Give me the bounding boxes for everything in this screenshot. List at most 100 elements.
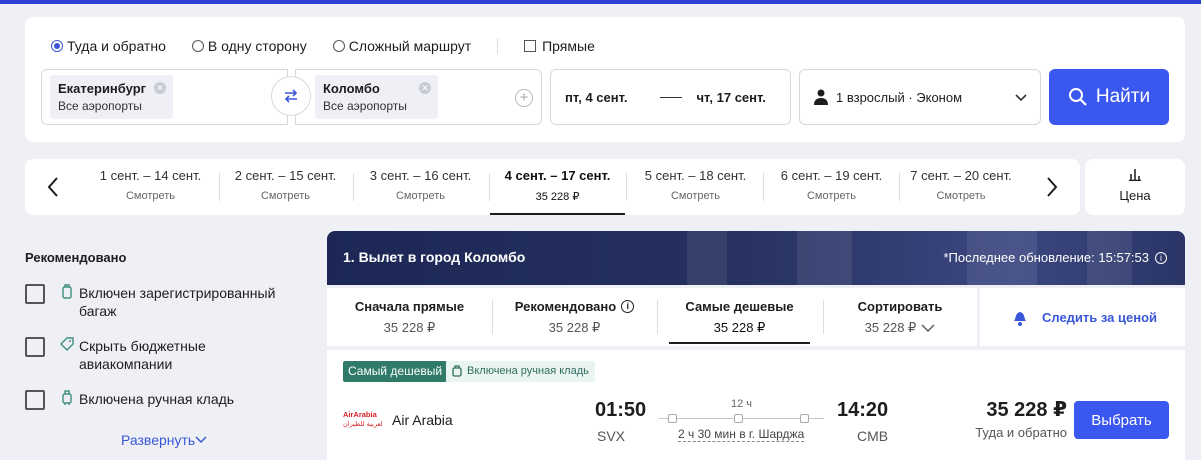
choose-flight-button[interactable]: Выбрать [1074,401,1169,439]
chevron-down-icon [921,324,935,332]
suitcase-icon [62,284,72,299]
search-panel: Туда и обратно В одну сторону Сложный ма… [25,17,1185,142]
tab-title-row: Рекомендовано i [492,299,657,314]
header-background-decoration [687,231,727,285]
next-dates-button[interactable] [1027,159,1077,215]
filter-label: Включен зарегистрированный багаж [79,285,276,319]
bell-icon [1013,312,1026,326]
date-sub: Смотреть [125,190,176,202]
return-date: чт, 17 сент. [696,89,766,105]
date-option[interactable]: 2 сент. – 15 сент. Смотреть [218,159,353,215]
destination-city: Коломбо [323,81,380,96]
price-note: Туда и обратно [975,425,1067,440]
date-option-selected[interactable]: 4 сент. – 17 сент. 35 228 ₽ [490,159,625,215]
last-update: *Последнее обновление: 15:57:53 i [943,250,1167,265]
find-button-label: Найти [1095,86,1151,107]
date-option[interactable]: 5 сент. – 18 сент. Смотреть [628,159,763,215]
results-title: 1. Вылет в город Коломбо [343,249,526,265]
tab-direct-first[interactable]: Сначала прямые 35 228 ₽ [327,288,492,346]
clear-origin-icon[interactable]: ✕ [154,82,166,94]
date-sub: Смотреть [260,190,311,202]
person-icon [814,89,828,105]
expand-label: Развернуть [121,432,196,448]
layover-info[interactable]: 2 ч 30 мин в г. Шарджа [678,427,805,442]
carry-on-badge: Включена ручная кладь [446,361,595,382]
date-sub: Смотреть [936,190,986,202]
date-range: 7 сент. – 20 сент. [910,168,1012,183]
tab-title: Сначала прямые [354,299,465,314]
tab-price-row: 35 228 ₽ [823,320,977,336]
find-button[interactable]: Найти [1049,69,1169,125]
date-range: 4 сент. – 17 сент. [504,168,611,183]
trip-type-oneway[interactable]: В одну сторону [191,38,307,54]
header-background-decoration [797,231,852,285]
filter-hide-lowcost[interactable]: Скрыть бюджетные авиакомпании [25,337,289,373]
destination-airports: Все аэропорты [323,99,407,113]
info-icon[interactable]: i [621,300,635,313]
add-destination-icon[interactable]: + [515,89,533,107]
tab-recommended[interactable]: Рекомендовано i 35 228 ₽ [492,288,657,346]
chevron-down-icon [1015,94,1027,102]
trip-type-label: Туда и обратно [67,38,166,54]
flight-duration: 12 ч [731,398,753,410]
date-option[interactable]: 1 сент. – 14 сент. Смотреть [83,159,218,215]
divider [657,300,658,334]
air-arabia-logo: AirArabia العربية للطيران [343,410,383,428]
direct-flights-checkbox[interactable]: Прямые [524,38,595,54]
tab-sort-dropdown[interactable]: Сортировать 35 228 ₽ [823,288,977,346]
date-sub: Смотреть [806,190,857,202]
results-header: 1. Вылет в город Коломбо *Последнее обно… [327,231,1185,285]
radio-icon [332,40,345,52]
tab-title: Самые дешевые [685,299,794,314]
checkbox-icon [524,40,537,52]
svg-text:AirArabia: AirArabia [343,410,378,419]
choose-button-label: Выбрать [1091,411,1152,429]
info-icon[interactable]: i [1155,251,1167,264]
tab-price: 35 228 ₽ [864,320,917,335]
swap-cities-button[interactable] [271,76,311,116]
origin-city: Екатеринбург [58,81,147,96]
clear-destination-icon[interactable]: ✕ [419,82,431,94]
last-update-text: *Последнее обновление: 15:57:53 [943,250,1149,265]
trip-type-multicity[interactable]: Сложный маршрут [332,38,471,54]
date-option[interactable]: 3 сент. – 16 сент. Смотреть [353,159,488,215]
dates-field[interactable]: пт, 4 сент. чт, 17 сент. [550,69,791,125]
prev-dates-button[interactable] [28,159,78,215]
track-price-label: Следить за ценой [1041,309,1158,325]
date-strip: 1 сент. – 14 сент. Смотреть 2 сент. – 15… [25,159,1080,215]
filter-checked-baggage[interactable]: Включен зарегистрированный багаж [25,284,289,320]
divider [497,38,499,54]
date-option[interactable]: 6 сент. – 19 сент. Смотреть [764,159,899,215]
date-sub: Смотреть [670,190,721,202]
divider [626,173,627,201]
tag-icon [60,337,74,351]
carry-on-badge-label: Включена ручная кладь [467,365,589,377]
carry-on-icon [452,365,462,377]
destination-field[interactable]: Коломбо Все аэропорты ✕ + [295,69,542,125]
destination-city-chip: Коломбо Все аэропорты ✕ [315,75,438,119]
trip-type-label: В одну сторону [207,38,307,54]
expand-filters-link[interactable]: Развернуть [121,432,207,448]
route-stop-marker [668,414,677,423]
date-range: 5 сент. – 18 сент. [644,168,747,183]
date-range: 6 сент. – 19 сент. [780,168,883,183]
tab-title: Сортировать [857,299,943,314]
trip-type-roundtrip[interactable]: Туда и обратно [51,38,166,54]
filter-label: Включена ручная кладь [79,391,235,407]
radio-icon [191,40,204,52]
airline-name: Air Arabia [392,412,453,428]
route-stop-marker [734,414,743,423]
filter-carry-on[interactable]: Включена ручная кладь [25,390,289,410]
swap-icon [284,89,298,103]
date-price: 35 228 ₽ [535,191,580,203]
origin-city-chip: Екатеринбург Все аэропорты ✕ [50,75,173,119]
origin-airports: Все аэропорты [58,99,142,113]
track-price-button[interactable]: Следить за ценой [980,288,1185,346]
passengers-field[interactable]: 1 взрослый · Эконом [799,69,1041,125]
date-option[interactable]: 7 сент. – 20 сент. Смотреть [899,159,1023,215]
price-sort-button[interactable]: Цена [1085,159,1185,215]
tab-cheapest[interactable]: Самые дешевые 35 228 ₽ [663,288,816,346]
origin-field[interactable]: Екатеринбург Все аэропорты ✕ [41,69,288,125]
flight-card[interactable]: Самый дешевый Включена ручная кладь AirA… [327,350,1185,460]
date-range: 3 сент. – 16 сент. [369,168,472,183]
